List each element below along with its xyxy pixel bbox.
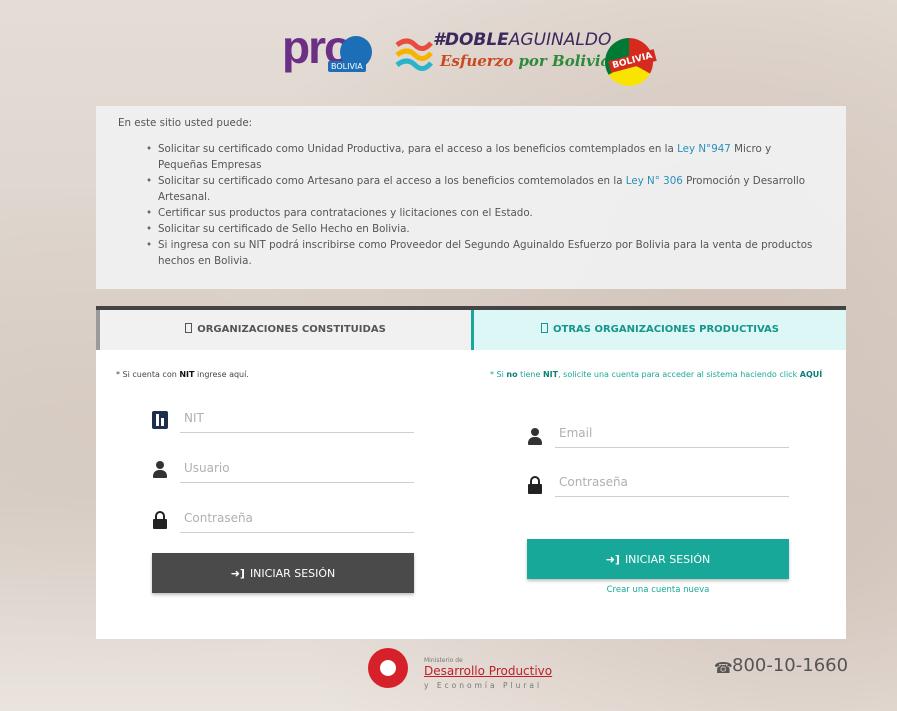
tab-otras-organizaciones[interactable]: OTRAS ORGANIZACIONES PRODUCTIVAS xyxy=(471,310,846,350)
doble-aguinaldo-mark-icon xyxy=(395,38,433,71)
request-account-link[interactable]: AQUÍ xyxy=(800,370,822,379)
ley-306-link[interactable]: Ley N° 306 xyxy=(626,175,683,187)
nit-id-icon xyxy=(152,411,168,429)
password-field-left[interactable] xyxy=(180,506,414,533)
nit-field[interactable] xyxy=(180,406,414,433)
ministry-logo: Ministerio de Desarrollo Productivo y Ec… xyxy=(368,648,588,700)
ley-947-link[interactable]: Ley N°947 xyxy=(677,143,731,155)
info-item: Solicitar su certificado como Unidad Pro… xyxy=(146,141,824,173)
info-list: Solicitar su certificado como Unidad Pro… xyxy=(118,141,824,269)
ministry-name: Desarrollo Productivo xyxy=(424,664,553,678)
password-input-right[interactable] xyxy=(555,470,789,494)
login-button-constituidas[interactable]: ➜] INICIAR SESIÓN xyxy=(152,553,414,593)
password-field-right[interactable] xyxy=(555,470,789,497)
lock-icon xyxy=(152,511,168,529)
create-account-link[interactable]: Crear una cuenta nueva xyxy=(527,585,789,595)
ministry-subtitle: y Economía Plural xyxy=(424,681,543,690)
info-item: Certificar sus productos para contrataci… xyxy=(146,205,824,221)
phone-icon: ☎ xyxy=(714,659,733,677)
login-button-otras[interactable]: ➜] INICIAR SESIÓN xyxy=(527,539,789,579)
info-item: Solicitar su certificado de Sello Hecho … xyxy=(146,221,824,237)
usuario-input[interactable] xyxy=(180,456,414,480)
phone-number: ☎800-10-1660 xyxy=(714,655,849,677)
ministry-gear-icon xyxy=(368,648,408,688)
building-icon xyxy=(541,323,549,333)
password-input-left[interactable] xyxy=(180,506,414,530)
nit-input[interactable] xyxy=(180,406,414,430)
no-nit-hint: * Si no tiene NIT, solicite una cuenta p… xyxy=(490,370,823,379)
pro-bolivia-logo: pro BOLIVIA xyxy=(282,21,374,82)
building-icon xyxy=(185,323,193,333)
login-card: ORGANIZACIONES CONSTITUIDAS OTRAS ORGANI… xyxy=(96,306,846,639)
login-tabs: ORGANIZACIONES CONSTITUIDAS OTRAS ORGANI… xyxy=(96,310,846,350)
lock-icon xyxy=(527,476,543,494)
info-intro: En este sitio usted puede: xyxy=(118,117,253,129)
email-field[interactable] xyxy=(555,421,789,448)
pro-logo-tag: BOLIVIA xyxy=(328,61,366,72)
usuario-field[interactable] xyxy=(180,456,414,483)
user-icon xyxy=(527,428,543,446)
esfuerzo-por-bolivia-text: Esfuerzo por Bolivia xyxy=(440,52,611,70)
sign-in-icon: ➜] xyxy=(230,567,245,580)
info-item: Si ingresa con su NIT podrá inscribirse … xyxy=(146,237,824,269)
email-input[interactable] xyxy=(555,421,789,445)
doble-aguinaldo-title: #DOBLEAGUINALDO xyxy=(433,30,612,50)
info-item: Solicitar su certificado como Artesano p… xyxy=(146,173,824,205)
nit-hint: * Si cuenta con NIT ingrese aquí. xyxy=(116,370,249,379)
hecho-en-bolivia-badge: BOLIVIA xyxy=(605,38,657,86)
header-logos: pro BOLIVIA #DOBLEAGUINALDO Esfuerzo por… xyxy=(0,10,897,90)
tab-organizaciones-constituidas[interactable]: ORGANIZACIONES CONSTITUIDAS xyxy=(96,310,471,350)
info-panel: En este sitio usted puede: Solicitar su … xyxy=(96,106,846,289)
user-icon xyxy=(152,461,168,479)
ministry-small-text: Ministerio de xyxy=(424,657,463,664)
sign-in-icon: ➜] xyxy=(605,553,620,566)
